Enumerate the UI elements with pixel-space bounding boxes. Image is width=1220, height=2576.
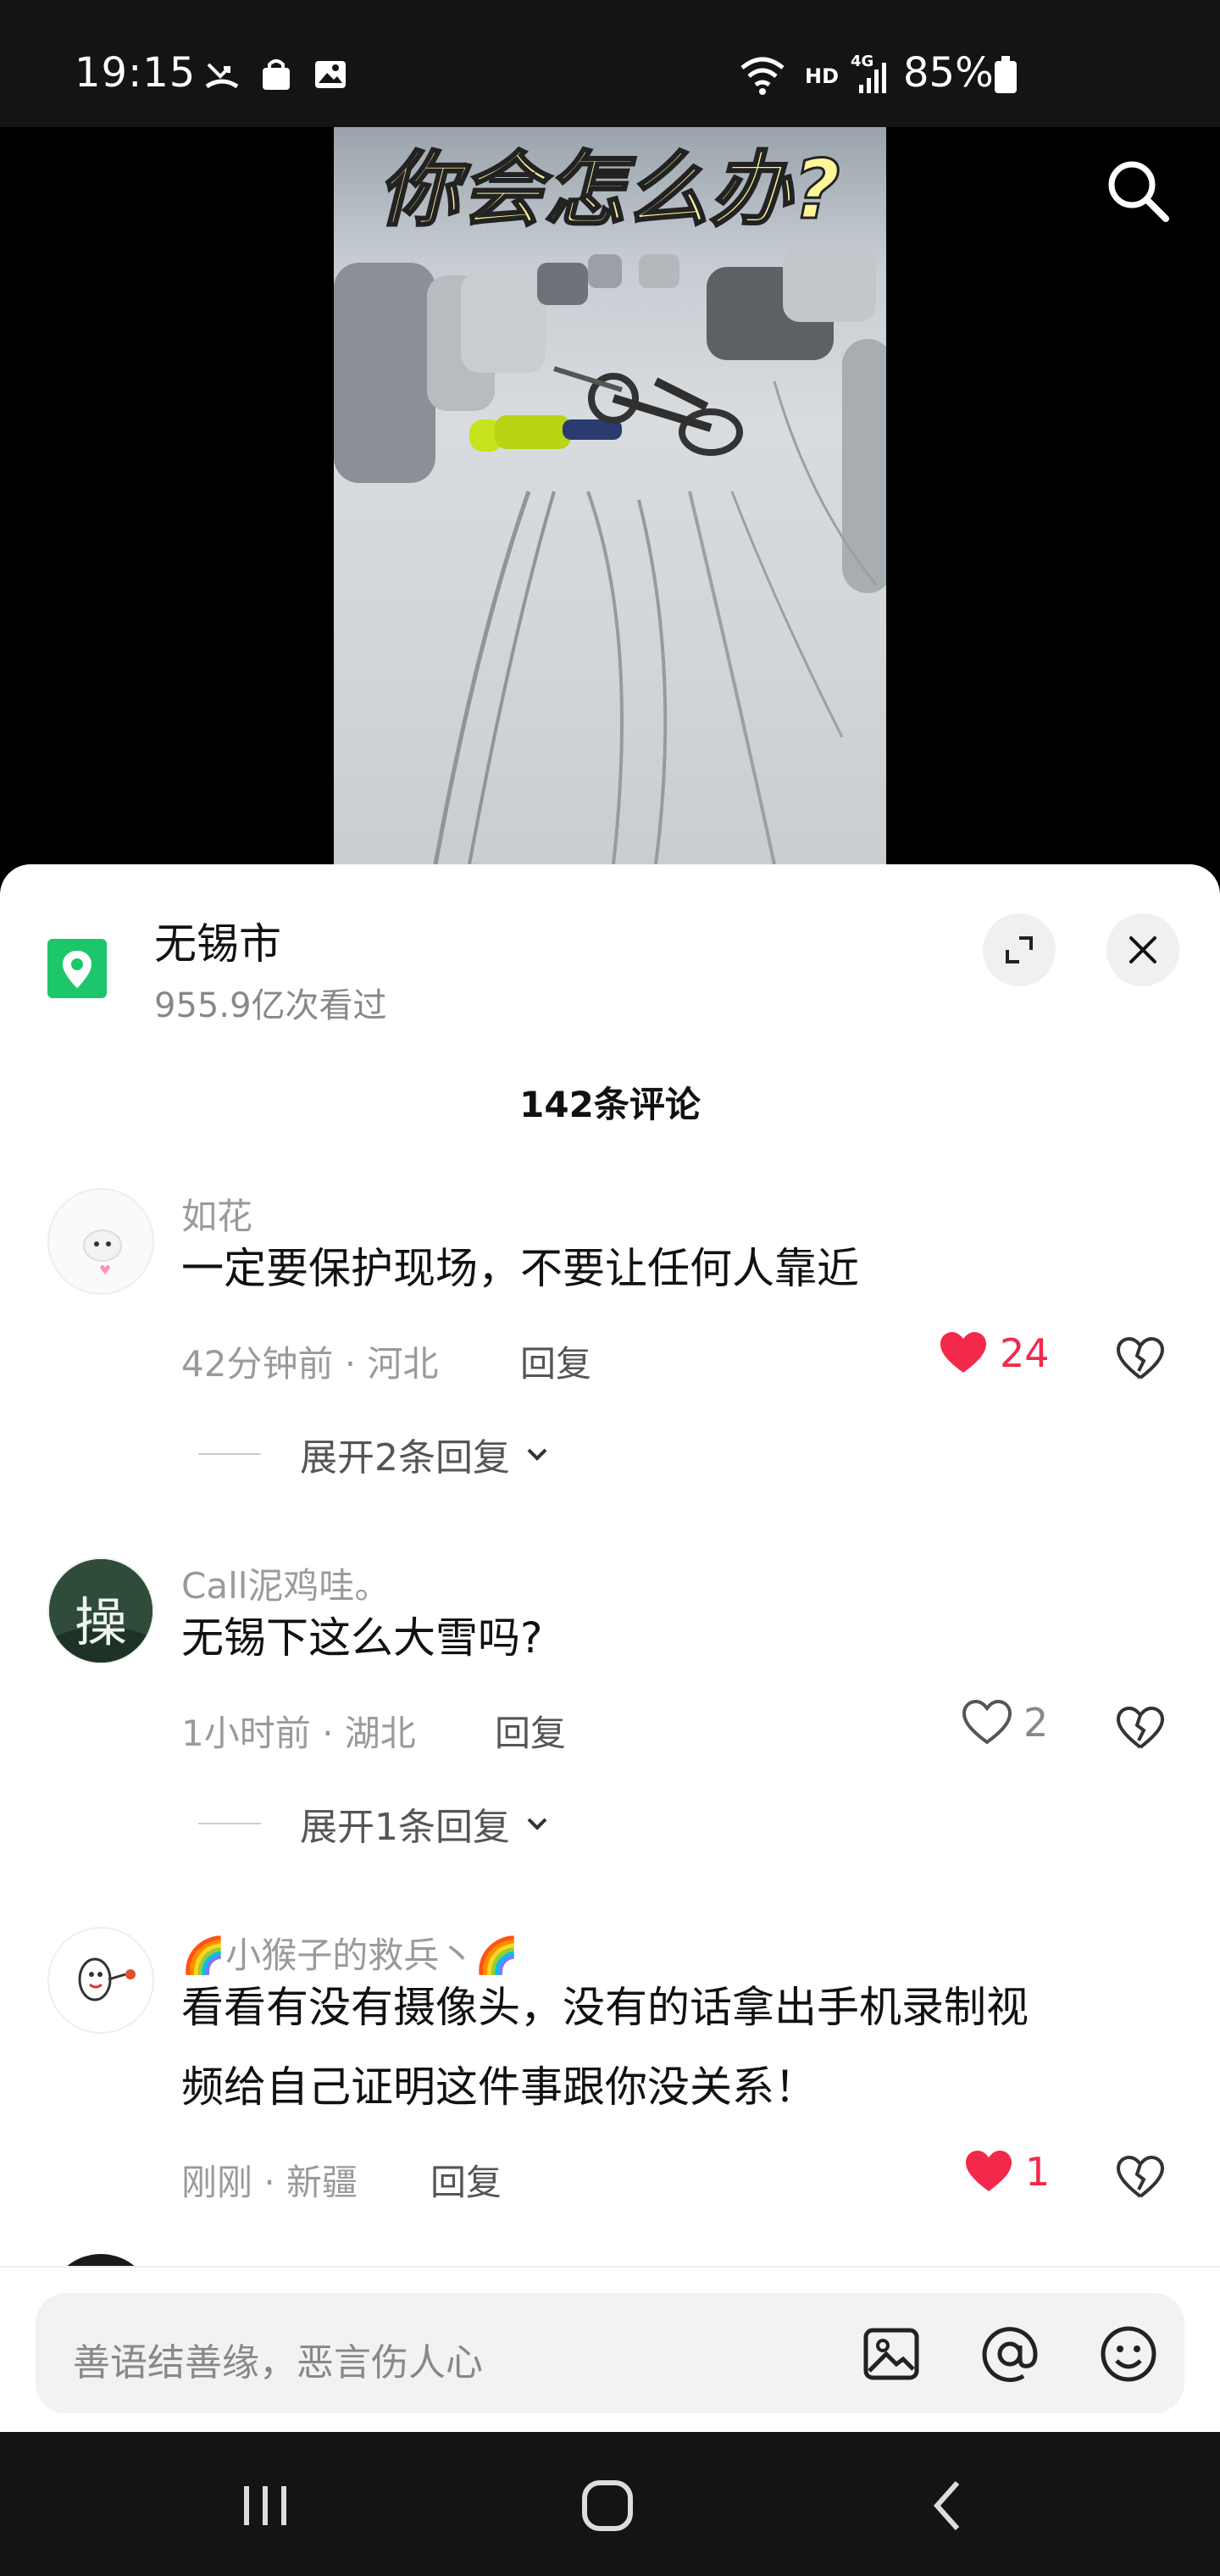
expand-button[interactable] bbox=[983, 913, 1056, 986]
broken-heart-icon bbox=[1116, 2155, 1165, 2198]
divider-line bbox=[198, 1823, 261, 1824]
missed-call-icon bbox=[205, 63, 239, 89]
battery-icon bbox=[995, 56, 1017, 93]
dislike-button[interactable] bbox=[1115, 1705, 1166, 1756]
like-count: 2 bbox=[1023, 1700, 1049, 1746]
close-button[interactable] bbox=[1106, 913, 1179, 986]
chevron-down-icon bbox=[527, 1818, 547, 1830]
back-button[interactable] bbox=[920, 2476, 979, 2535]
gallery-icon bbox=[315, 61, 346, 88]
comments-sheet: 无锡市 955.9亿次看过 142条评论 如花 一定要保护现场，不要让任何人靠近… bbox=[0, 864, 1220, 2432]
expand-replies-label: 展开2条回复 bbox=[300, 1436, 510, 1480]
comment-text[interactable]: 无锡下这么大雪吗? bbox=[181, 1598, 1181, 1678]
comment-text-line-1[interactable]: 看看有没有摄像头，没有的话拿出手机录制视 bbox=[181, 1968, 1181, 2047]
status-notification-icons bbox=[203, 56, 349, 93]
system-nav-bar bbox=[0, 2432, 1220, 2576]
expand-replies-button[interactable]: 展开2条回复 bbox=[198, 1427, 551, 1481]
broken-heart-icon bbox=[1116, 1706, 1165, 1749]
image-icon bbox=[863, 2328, 919, 2380]
mention-button[interactable] bbox=[976, 2320, 1044, 2388]
video-frame[interactable]: 你会怎么办? bbox=[334, 127, 886, 864]
home-icon bbox=[582, 2480, 633, 2531]
emoji-button[interactable] bbox=[1095, 2320, 1162, 2388]
avatar[interactable] bbox=[47, 1188, 154, 1295]
avatar[interactable] bbox=[47, 1927, 154, 2034]
like-count: 1 bbox=[1025, 2149, 1051, 2195]
status-bar: 19:15 HD 4G 85% bbox=[0, 0, 1220, 127]
like-button[interactable]: 24 bbox=[939, 1330, 1050, 1376]
status-time: 19:15 bbox=[75, 49, 197, 97]
recents-icon bbox=[244, 2486, 286, 2525]
battery-percent: 85% bbox=[903, 49, 994, 97]
comment-meta: 刚刚 · 新疆 bbox=[181, 2162, 358, 2203]
location-views: 955.9亿次看过 bbox=[154, 986, 387, 1025]
expand-replies-label: 展开1条回复 bbox=[300, 1806, 510, 1849]
like-button[interactable]: 1 bbox=[964, 2149, 1050, 2195]
wifi-icon bbox=[740, 57, 785, 95]
reply-button[interactable]: 回复 bbox=[495, 1705, 566, 1757]
dislike-button[interactable] bbox=[1115, 2154, 1166, 2205]
comment-text[interactable]: 一定要保护现场，不要让任何人靠近 bbox=[181, 1229, 1181, 1308]
broken-heart-icon bbox=[1116, 1336, 1165, 1380]
image-button[interactable] bbox=[857, 2320, 925, 2388]
search-button[interactable] bbox=[1100, 153, 1176, 229]
avatar[interactable]: 操 bbox=[47, 1557, 154, 1664]
recents-button[interactable] bbox=[236, 2476, 295, 2535]
hd-badge: HD bbox=[805, 64, 840, 88]
dislike-button[interactable] bbox=[1115, 1335, 1166, 1386]
video-caption: 你会怎么办? bbox=[377, 142, 842, 239]
home-button[interactable] bbox=[578, 2476, 637, 2535]
shopping-bag-icon bbox=[263, 59, 290, 90]
comment-input-bar[interactable]: 善语结善缘，恶言伤人心 bbox=[36, 2293, 1184, 2413]
reply-button[interactable]: 回复 bbox=[430, 2154, 502, 2206]
close-icon bbox=[1129, 936, 1156, 963]
emoji-icon bbox=[1101, 2326, 1156, 2382]
divider-line bbox=[198, 1453, 261, 1455]
back-icon bbox=[933, 2481, 960, 2530]
search-icon bbox=[1108, 161, 1169, 222]
video-player[interactable]: 你会怎么办? bbox=[0, 127, 1220, 864]
at-icon bbox=[982, 2327, 1038, 2383]
chevron-down-icon bbox=[527, 1448, 547, 1461]
like-count: 24 bbox=[1000, 1330, 1050, 1376]
comment-count: 142条评论 bbox=[519, 1084, 701, 1125]
comment-input[interactable]: 善语结善缘，恶言伤人心 bbox=[73, 2332, 483, 2386]
comment-meta: 42分钟前 · 河北 bbox=[181, 1343, 439, 1385]
expand-replies-button[interactable]: 展开1条回复 bbox=[198, 1796, 551, 1851]
signal-icon bbox=[859, 63, 886, 93]
comment-meta: 1小时前 · 湖北 bbox=[181, 1713, 416, 1754]
heart-filled-icon bbox=[966, 2151, 1012, 2191]
heart-outline-icon bbox=[962, 1700, 1012, 1745]
location-title[interactable]: 无锡市 bbox=[154, 910, 281, 971]
heart-filled-icon bbox=[940, 1332, 986, 1373]
like-button[interactable]: 2 bbox=[962, 1700, 1048, 1746]
avatar-glyph: 操 bbox=[75, 1591, 128, 1653]
expand-icon bbox=[1006, 936, 1033, 963]
location-icon[interactable] bbox=[47, 939, 107, 998]
reply-button[interactable]: 回复 bbox=[520, 1335, 591, 1387]
comment-text-line-2[interactable]: 频给自己证明这件事跟你没关系！ bbox=[181, 2047, 1181, 2127]
